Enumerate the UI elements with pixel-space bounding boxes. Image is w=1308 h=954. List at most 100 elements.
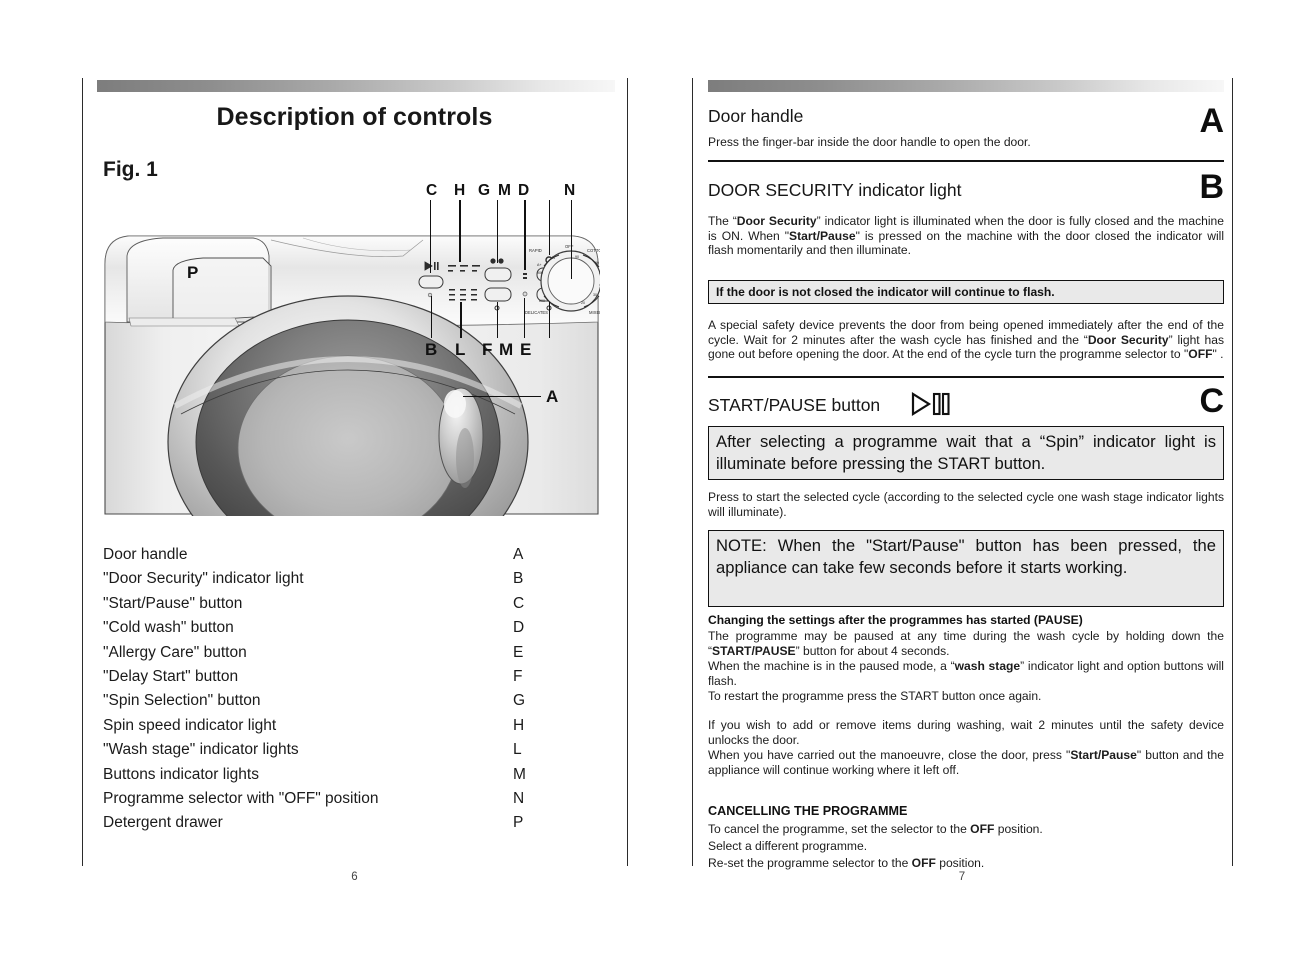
section-heading-start-pause: START/PAUSE button [708,395,881,415]
part-name: "Cold wash" button [103,619,234,637]
start-pause-note-box: NOTE: When the "Start/Pause" button has … [708,530,1224,607]
part-name: Spin speed indicator light [103,716,277,734]
cancel-subheading: CANCELLING THE PROGRAMME [708,804,908,818]
text-run: position. [935,856,985,870]
leader-line-n [571,200,573,279]
pause-subheading: Changing the settings after the programm… [708,613,1083,627]
section-heading-door-security: DOOR SECURITY indicator light [708,180,962,200]
callout-letter-d: D [518,182,530,199]
svg-text:RAPID: RAPID [529,248,542,253]
door-not-closed-notice-box: If the door is not closed the indicator … [708,280,1224,304]
part-code: E [513,643,524,661]
cancel-line-1: To cancel the programme, set the selecto… [708,822,1224,837]
parts-list: Door handle A "Door Security" indicator … [103,546,543,839]
highlight-text: After selecting a programme wait that a … [716,432,1216,473]
svg-text:OFF: OFF [565,244,574,249]
svg-text:44: 44 [551,256,555,260]
list-item: "Cold wash" button D [103,619,543,643]
part-name: "Wash stage" indicator lights [103,741,299,759]
page-number-left: 6 [351,871,358,883]
list-item: "Door Security" indicator light B [103,570,543,594]
svg-text:900: 900 [537,271,543,275]
list-item: Programme selector with "OFF" position N [103,790,543,814]
leader-line-c [430,200,432,273]
part-code: L [513,741,522,759]
svg-text:90: 90 [575,255,579,259]
svg-text:40: 40 [599,283,600,287]
text-run: position. [994,822,1043,836]
part-name: "Door Security" indicator light [103,570,304,588]
cancel-line-3: Re-set the programme selector to the OFF… [708,856,1224,871]
play-pause-icon [910,391,952,422]
spin-indicator-highlight-box: After selecting a programme wait that a … [708,426,1224,480]
leader-line-m-top [524,200,527,270]
section-letter-b: B [1199,168,1224,206]
list-item: Detergent drawer P [103,814,543,838]
right-page-border [1232,78,1233,866]
part-name: "Delay Start" button [103,667,239,685]
section-heading-door-handle: Door handle [708,106,804,126]
callout-letter-h: H [454,182,466,199]
figure-label: Fig. 1 [103,158,158,181]
washing-machine-figure: RAPID OFF COTTONS DELICATES MIXED 44 90 6… [103,183,600,516]
callout-letter-a: A [546,387,559,406]
leader-line-b [431,296,433,338]
callout-letter-c: C [426,182,438,199]
list-item: "Wash stage" indicator lights L [103,741,543,765]
part-name: Programme selector with "OFF" position [103,789,379,807]
text-bold: wash stage [954,659,1021,673]
part-code: H [513,716,525,734]
pause-paragraph-3: To restart the programme press the START… [708,689,1042,703]
right-page: Door handle A Press the finger-bar insid… [692,78,1232,883]
leader-line-f [497,302,499,338]
callout-letter-l: L [455,340,466,359]
text-bold: OFF [1188,347,1213,362]
divider-rule-1 [708,160,1224,163]
part-code: A [513,546,524,563]
part-code: F [513,667,523,685]
text-bold: Start/Pause [1070,748,1137,762]
svg-text:20: 20 [581,301,585,305]
text-run: To cancel the programme, set the selecto… [708,822,971,836]
leader-line-d [549,200,551,255]
svg-text:MIXED: MIXED [589,310,600,315]
part-code: G [513,692,526,710]
text-bold: Door Security [1087,332,1169,347]
svg-text:A+: A+ [537,263,542,267]
manual-page-spread: Description of controls Fig. 1 RAPID OFF… [0,0,1308,954]
text-run: " . [1212,347,1224,362]
note-text: NOTE: When the "Start/Pause" button has … [716,536,1216,577]
text-run: When the machine is in the paused mode, … [708,659,955,673]
part-name: Buttons indicator lights [103,765,259,783]
list-item: Buttons indicator lights M [103,766,543,790]
list-item: Door handle A [103,546,543,570]
section-letter-a: A [1199,102,1224,140]
svg-text:DELICATES: DELICATES [525,310,548,315]
callout-letter-f: F [482,340,493,359]
section-a-body: Press the finger-bar inside the door han… [708,135,1031,149]
callout-letter-g: G [478,182,491,199]
leader-line-m-bottom [524,298,526,338]
left-page: Description of controls Fig. 1 RAPID OFF… [82,78,627,883]
page-title: Description of controls [216,103,493,131]
part-code: M [513,765,526,783]
section-b-paragraph-2: A special safety device prevents the doo… [708,318,1224,362]
pause-paragraph-1: The programme may be paused at any time … [708,629,1224,658]
part-name: Detergent drawer [103,814,223,832]
text-run: The “ [708,214,737,228]
section-c-paragraph-1: Press to start the selected cycle (accor… [708,490,1224,519]
svg-text:COTTONS: COTTONS [587,248,600,253]
pause-paragraph-5: When you have carried out the manoeuvre,… [708,748,1224,777]
leader-line-g [497,200,499,263]
section-b-paragraph-1: The “Door Security” indicator light is i… [708,214,1224,258]
text-run: ” button for about 4 seconds. [795,643,950,658]
text-run: When you have carried out the manoeuvre,… [708,748,1071,762]
leader-line-e [549,302,551,338]
part-code: P [513,814,524,832]
part-name: "Spin Selection" button [103,692,261,710]
part-name: Door handle [103,546,188,563]
callout-letter-p: P [187,263,199,282]
callout-letter-m-top: M [498,182,511,199]
callout-letter-e: E [520,340,532,359]
part-code: B [513,570,524,588]
